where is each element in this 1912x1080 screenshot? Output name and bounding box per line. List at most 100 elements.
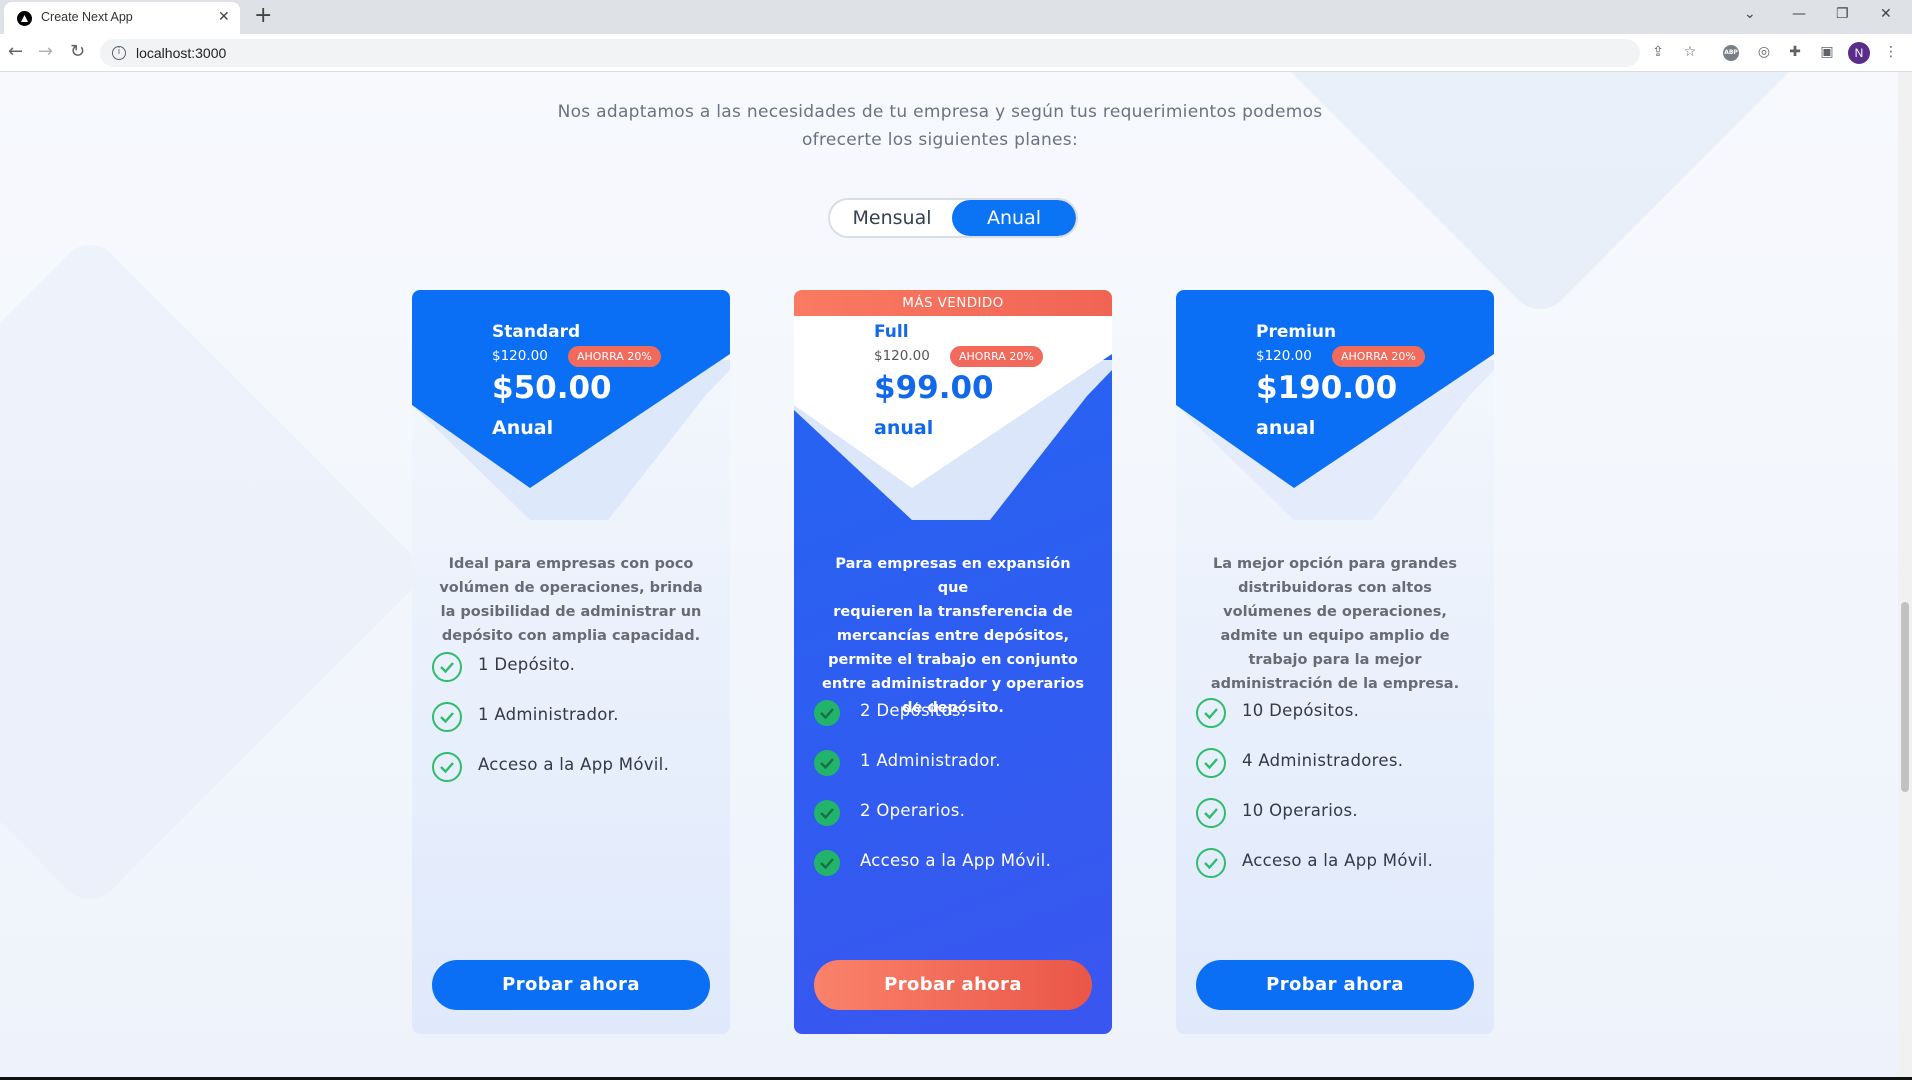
browser-toolbar: ← → ↻ i localhost:3000 ⇪ ☆ ABP ◎ ✚ ▣ N ⋮ <box>0 34 1912 72</box>
feature-text: Acceso a la App Móvil. <box>478 755 670 774</box>
feature-text: 2 Operarios. <box>860 801 966 820</box>
feature-item: 10 Operarios. <box>1196 796 1481 846</box>
discount-badge: AHORRA 20% <box>1332 346 1425 367</box>
feature-text: 4 Administradores. <box>1242 751 1404 770</box>
feature-text: 1 Administrador. <box>860 751 1001 770</box>
description-line: requieren la transferencia de <box>833 604 1073 620</box>
check-circle-icon <box>432 652 462 682</box>
feature-text: 10 Operarios. <box>1242 801 1358 820</box>
feature-list: 2 Depósitos. 1 Administrador. 2 Operario… <box>814 696 1099 896</box>
description-line: la posibilidad de administrar un <box>440 604 702 620</box>
adblock-extension-icon[interactable]: ABP <box>1723 45 1739 61</box>
check-circle-icon <box>432 702 462 732</box>
discount-badge: AHORRA 20% <box>950 346 1043 367</box>
browser-tab-strip: Create Next App ✕ + ⌄ — ❐ ✕ <box>0 0 1912 34</box>
plan-name: Premiun <box>1256 322 1337 342</box>
description-line: Ideal para empresas con poco <box>448 556 694 572</box>
plan-description: Para empresas en expansión que requieren… <box>818 552 1088 720</box>
address-bar[interactable]: i localhost:3000 <box>100 39 1640 67</box>
minimize-icon[interactable]: — <box>1792 6 1806 22</box>
feature-item: Acceso a la App Móvil. <box>814 846 1099 896</box>
plan-name: Full <box>874 322 909 342</box>
old-price: $120.00 <box>874 348 930 364</box>
page-scrollbar[interactable] <box>1898 72 1912 1080</box>
plan-price: $190.00 <box>1256 370 1398 406</box>
check-circle-icon <box>814 850 840 876</box>
feature-text: Acceso a la App Móvil. <box>1242 851 1434 870</box>
try-now-button[interactable]: Probar ahora <box>814 960 1092 1010</box>
browser-tab[interactable]: Create Next App ✕ <box>4 2 240 34</box>
description-line: volúmenes de operaciones, <box>1223 604 1447 620</box>
plan-card-full: MÁS VENDIDO Full $120.00 AHORRA 20% $99.… <box>794 290 1112 1034</box>
feature-item: Acceso a la App Móvil. <box>432 750 717 800</box>
plan-price: $99.00 <box>874 370 994 406</box>
description-line: administración de la empresa. <box>1210 676 1460 692</box>
background-decoration <box>0 232 430 912</box>
pricing-intro: Nos adaptamos a las necesidades de tu em… <box>540 98 1340 154</box>
feature-item: 1 Administrador. <box>814 746 1099 796</box>
bookmark-star-icon[interactable]: ☆ <box>1681 43 1699 61</box>
intro-line: Nos adaptamos a las necesidades de tu em… <box>557 102 1323 122</box>
plan-price: $50.00 <box>492 370 612 406</box>
plan-description: Ideal para empresas con poco volúmen de … <box>436 552 706 648</box>
description-line: mercancías entre depósitos, <box>836 628 1070 644</box>
feature-list: 10 Depósitos. 4 Administradores. 10 Oper… <box>1196 696 1481 896</box>
description-line: depósito con amplia capacidad. <box>441 628 701 644</box>
url-text: localhost:3000 <box>136 45 227 61</box>
check-circle-icon <box>1196 748 1226 778</box>
side-panel-icon[interactable]: ▣ <box>1818 43 1836 61</box>
check-circle-icon <box>814 800 840 826</box>
forward-icon[interactable]: → <box>38 41 53 62</box>
description-line: La mejor opción para grandes <box>1212 556 1457 572</box>
description-line: trabajo para la mejor <box>1248 652 1422 668</box>
tab-title: Create Next App <box>41 10 133 24</box>
feature-text: 1 Depósito. <box>478 655 576 674</box>
check-circle-icon <box>1196 698 1226 728</box>
puzzle-extensions-icon[interactable]: ✚ <box>1786 43 1804 61</box>
description-line: volúmen de operaciones, brinda <box>439 580 703 596</box>
description-line: Para empresas en expansión que <box>835 556 1071 596</box>
billing-period-toggle: Mensual Anual <box>828 198 1078 238</box>
share-icon[interactable]: ⇪ <box>1649 43 1667 61</box>
plan-card-standard: Standard $120.00 AHORRA 20% $50.00 Anual… <box>412 290 730 1034</box>
plan-period: Anual <box>492 417 554 439</box>
description-line: permite el trabajo en conjunto <box>828 652 1078 668</box>
reload-icon[interactable]: ↻ <box>70 41 85 62</box>
site-info-icon[interactable]: i <box>112 46 126 60</box>
feature-item: 1 Depósito. <box>432 650 717 700</box>
feature-text: 2 Depósitos. <box>860 701 967 720</box>
feature-item: 10 Depósitos. <box>1196 696 1481 746</box>
extension-icon[interactable]: ◎ <box>1755 43 1773 61</box>
toggle-annual[interactable]: Anual <box>952 200 1076 236</box>
close-tab-icon[interactable]: ✕ <box>218 9 230 25</box>
feature-item: 1 Administrador. <box>432 700 717 750</box>
plan-card-premium: Premiun $120.00 AHORRA 20% $190.00 anual… <box>1176 290 1494 1034</box>
plan-period: anual <box>874 417 934 439</box>
check-circle-icon <box>814 750 840 776</box>
feature-text: 1 Administrador. <box>478 705 619 724</box>
restore-icon[interactable]: ❐ <box>1836 6 1849 22</box>
nextjs-favicon-icon <box>17 11 32 26</box>
tab-search-icon[interactable]: ⌄ <box>1744 6 1756 22</box>
menu-kebab-icon[interactable]: ⋮ <box>1882 43 1900 61</box>
window-close-icon[interactable]: ✕ <box>1880 6 1892 22</box>
back-icon[interactable]: ← <box>8 41 23 62</box>
check-circle-icon <box>1196 798 1226 828</box>
feature-item: Acceso a la App Móvil. <box>1196 846 1481 896</box>
try-now-button[interactable]: Probar ahora <box>1196 960 1474 1010</box>
plan-description: La mejor opción para grandes distribuido… <box>1200 552 1470 696</box>
scrollbar-thumb[interactable] <box>1901 602 1909 792</box>
profile-avatar[interactable]: N <box>1848 42 1870 64</box>
intro-line: ofrecerte los siguientes planes: <box>801 130 1078 150</box>
feature-item: 4 Administradores. <box>1196 746 1481 796</box>
check-circle-icon <box>1196 848 1226 878</box>
feature-list: 1 Depósito. 1 Administrador. Acceso a la… <box>432 650 717 800</box>
discount-badge: AHORRA 20% <box>568 346 661 367</box>
plan-period: anual <box>1256 417 1316 439</box>
check-circle-icon <box>814 700 840 726</box>
toggle-monthly[interactable]: Mensual <box>830 200 954 236</box>
new-tab-button[interactable]: + <box>254 3 272 28</box>
description-line: distribuidoras con altos <box>1238 580 1432 596</box>
description-line: entre administrador y operarios <box>821 676 1085 692</box>
try-now-button[interactable]: Probar ahora <box>432 960 710 1010</box>
